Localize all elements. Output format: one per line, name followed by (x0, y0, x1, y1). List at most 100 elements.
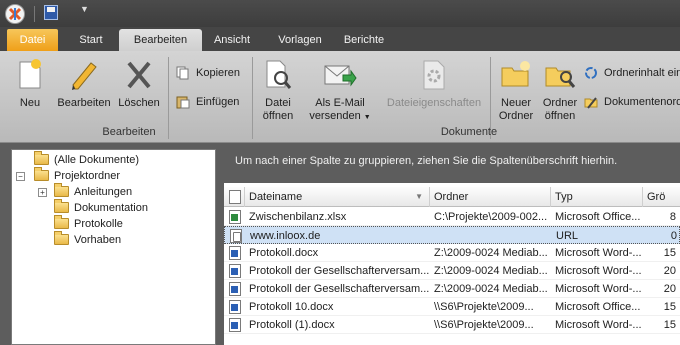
tree-item-label: Protokolle (74, 218, 123, 230)
cell-name: Protokoll der Gesellschafterversam... (249, 283, 430, 295)
ordnerinhalt-label: Ordnerinhalt einl (604, 67, 680, 79)
table-row[interactable]: Protokoll der Gesellschafterversam... Z:\… (224, 262, 680, 280)
cell-ordner: Z:\2009-0024 Mediab... (434, 247, 548, 259)
folder-tree: (Alle Dokumente) − Projektordner + Anlei… (11, 149, 216, 345)
cell-typ: Microsoft Word-... (555, 265, 642, 277)
loeschen-button[interactable]: Löschen (116, 55, 162, 123)
tree-item-label: (Alle Dokumente) (54, 154, 139, 166)
dateieigenschaften-label: Dateieigenschaften (386, 97, 482, 109)
tab-start[interactable]: Start (69, 29, 113, 51)
cell-typ: Microsoft Word-... (555, 283, 642, 295)
file-icon (229, 190, 241, 204)
cell-name: Zwischenbilanz.xlsx (249, 211, 347, 223)
column-header-groesse[interactable]: Grö (643, 187, 680, 207)
dokumentenordner-label: Dokumentenordn (604, 96, 680, 108)
neuer-ordner-button[interactable]: Neuer Ordner (494, 55, 538, 123)
expand-icon[interactable]: + (38, 188, 47, 197)
cell-ordner: Z:\2009-0024 Mediab... (434, 283, 548, 295)
neu-button[interactable]: Neu (10, 55, 50, 123)
app-menu-icon[interactable] (5, 4, 25, 24)
cell-typ: Microsoft Office... (555, 211, 641, 223)
bearbeiten-label: Bearbeiten (57, 97, 111, 109)
cell-ordner: \\S6\Projekte\2009... (434, 319, 534, 331)
column-header-typ[interactable]: Typ (551, 187, 643, 207)
collapse-icon[interactable]: − (16, 172, 25, 181)
new-folder-icon (501, 61, 530, 87)
dropdown-arrow-icon: ▼ (363, 114, 371, 121)
table-row[interactable]: Protokoll der Gesellschafterversam... Z:\… (224, 280, 680, 298)
column-header-icon[interactable] (224, 187, 245, 207)
kopieren-label: Kopieren (196, 67, 241, 79)
bearbeiten-button[interactable]: Bearbeiten (56, 55, 112, 123)
tree-item-label: Anleitungen (74, 186, 133, 198)
cell-ordner: C:\Projekte\2009-002... (434, 211, 548, 223)
cell-name: Protokoll.docx (249, 247, 319, 259)
email-send-icon (324, 65, 357, 87)
new-document-icon (19, 59, 41, 89)
tree-item-label: Dokumentation (74, 202, 148, 214)
excel-file-icon (229, 210, 241, 224)
open-file-icon (266, 60, 292, 89)
datei-oeffnen-button[interactable]: Datei öffnen (258, 55, 298, 123)
document-grid: Um nach einer Spalte zu gruppieren, zieh… (224, 149, 680, 345)
word-file-icon (229, 318, 241, 332)
column-header-dateiname[interactable]: Dateiname ▼ (245, 187, 430, 207)
loeschen-label: Löschen (118, 97, 160, 109)
dateieigenschaften-button[interactable]: Dateieigenschaften (386, 55, 482, 123)
cell-size: 15 (663, 247, 676, 259)
tab-bearbeiten[interactable]: Bearbeiten (119, 29, 202, 51)
tab-vorlagen[interactable]: Vorlagen (270, 29, 330, 51)
als-email-versenden-button[interactable]: Als E-Mail versenden ▼ (306, 55, 374, 123)
group-separator (252, 57, 253, 139)
content-area: (Alle Dokumente) − Projektordner + Anlei… (0, 143, 680, 345)
cell-name: Protokoll der Gesellschafterversam... (249, 265, 430, 277)
column-header-ordner[interactable]: Ordner (430, 187, 551, 207)
cell-ordner: Z:\2009-0024 Mediab... (434, 265, 548, 277)
cell-name: www.inloox.de (250, 230, 321, 242)
cell-size: 15 (663, 319, 676, 331)
file-properties-icon (423, 60, 445, 90)
cell-name: Protokoll 10.docx (249, 301, 334, 313)
einfuegen-button[interactable]: Einfügen (176, 93, 239, 111)
ribbon: Neu Bearbeiten Löschen Kopieren Einfügen… (0, 51, 680, 143)
cell-typ: Microsoft Word-... (555, 247, 642, 259)
save-icon[interactable] (44, 5, 58, 20)
word-file-icon (229, 264, 241, 278)
cell-typ: URL (556, 230, 579, 242)
customize-quick-access-icon[interactable]: ▼ (80, 4, 89, 14)
table-row[interactable]: Protokoll.docx Z:\2009-0024 Mediab... Micr… (224, 244, 680, 262)
ordner-oeffnen-button[interactable]: Ordner öffnen (540, 55, 580, 123)
cell-size: 0 (670, 230, 677, 242)
open-folder-icon (545, 67, 576, 88)
tree-item-label: Projektordner (54, 170, 121, 182)
url-file-icon (230, 229, 242, 243)
word-file-icon (229, 282, 241, 296)
cell-size: 20 (663, 265, 676, 277)
folder-icon (54, 231, 69, 245)
datei-oeffnen-label: Datei öffnen (262, 97, 294, 122)
tab-ansicht[interactable]: Ansicht (208, 29, 256, 51)
refresh-icon (585, 67, 597, 79)
tab-datei[interactable]: Datei (7, 29, 58, 51)
ordner-oeffnen-label: Ordner öffnen (542, 97, 578, 122)
ordnerinhalt-button[interactable]: Ordnerinhalt einl (584, 64, 680, 82)
als-email-label: Als E-Mail versenden ▼ (309, 97, 371, 122)
group-by-hint[interactable]: Um nach einer Spalte zu gruppieren, zieh… (224, 149, 680, 183)
table-row[interactable]: www.inloox.de URL 0 (224, 226, 680, 244)
folder-icon (54, 215, 69, 229)
kopieren-button[interactable]: Kopieren (176, 64, 240, 82)
folder-edit-icon (584, 97, 598, 109)
cell-name: Protokoll (1).docx (249, 319, 335, 331)
group-label-dokumente: Dokumente (440, 126, 498, 138)
title-bar: ▼ (0, 0, 680, 27)
tab-berichte[interactable]: Berichte (340, 29, 388, 51)
dokumentenordner-button[interactable]: Dokumentenordn (584, 93, 680, 111)
cell-size: 20 (663, 283, 676, 295)
neu-label: Neu (19, 97, 41, 109)
table-row[interactable]: Protokoll 10.docx \\S6\Projekte\2009... Mi… (224, 298, 680, 316)
table-row[interactable]: Protokoll (1).docx \\S6\Projekte\2009... M… (224, 316, 680, 334)
word-file-icon (229, 300, 241, 314)
group-label-bearbeiten: Bearbeiten (102, 126, 156, 138)
table-row[interactable]: Zwischenbilanz.xlsx C:\Projekte\2009-002.… (224, 208, 680, 226)
ribbon-tab-bar: Datei Start Bearbeiten Ansicht Vorlagen … (0, 27, 680, 51)
